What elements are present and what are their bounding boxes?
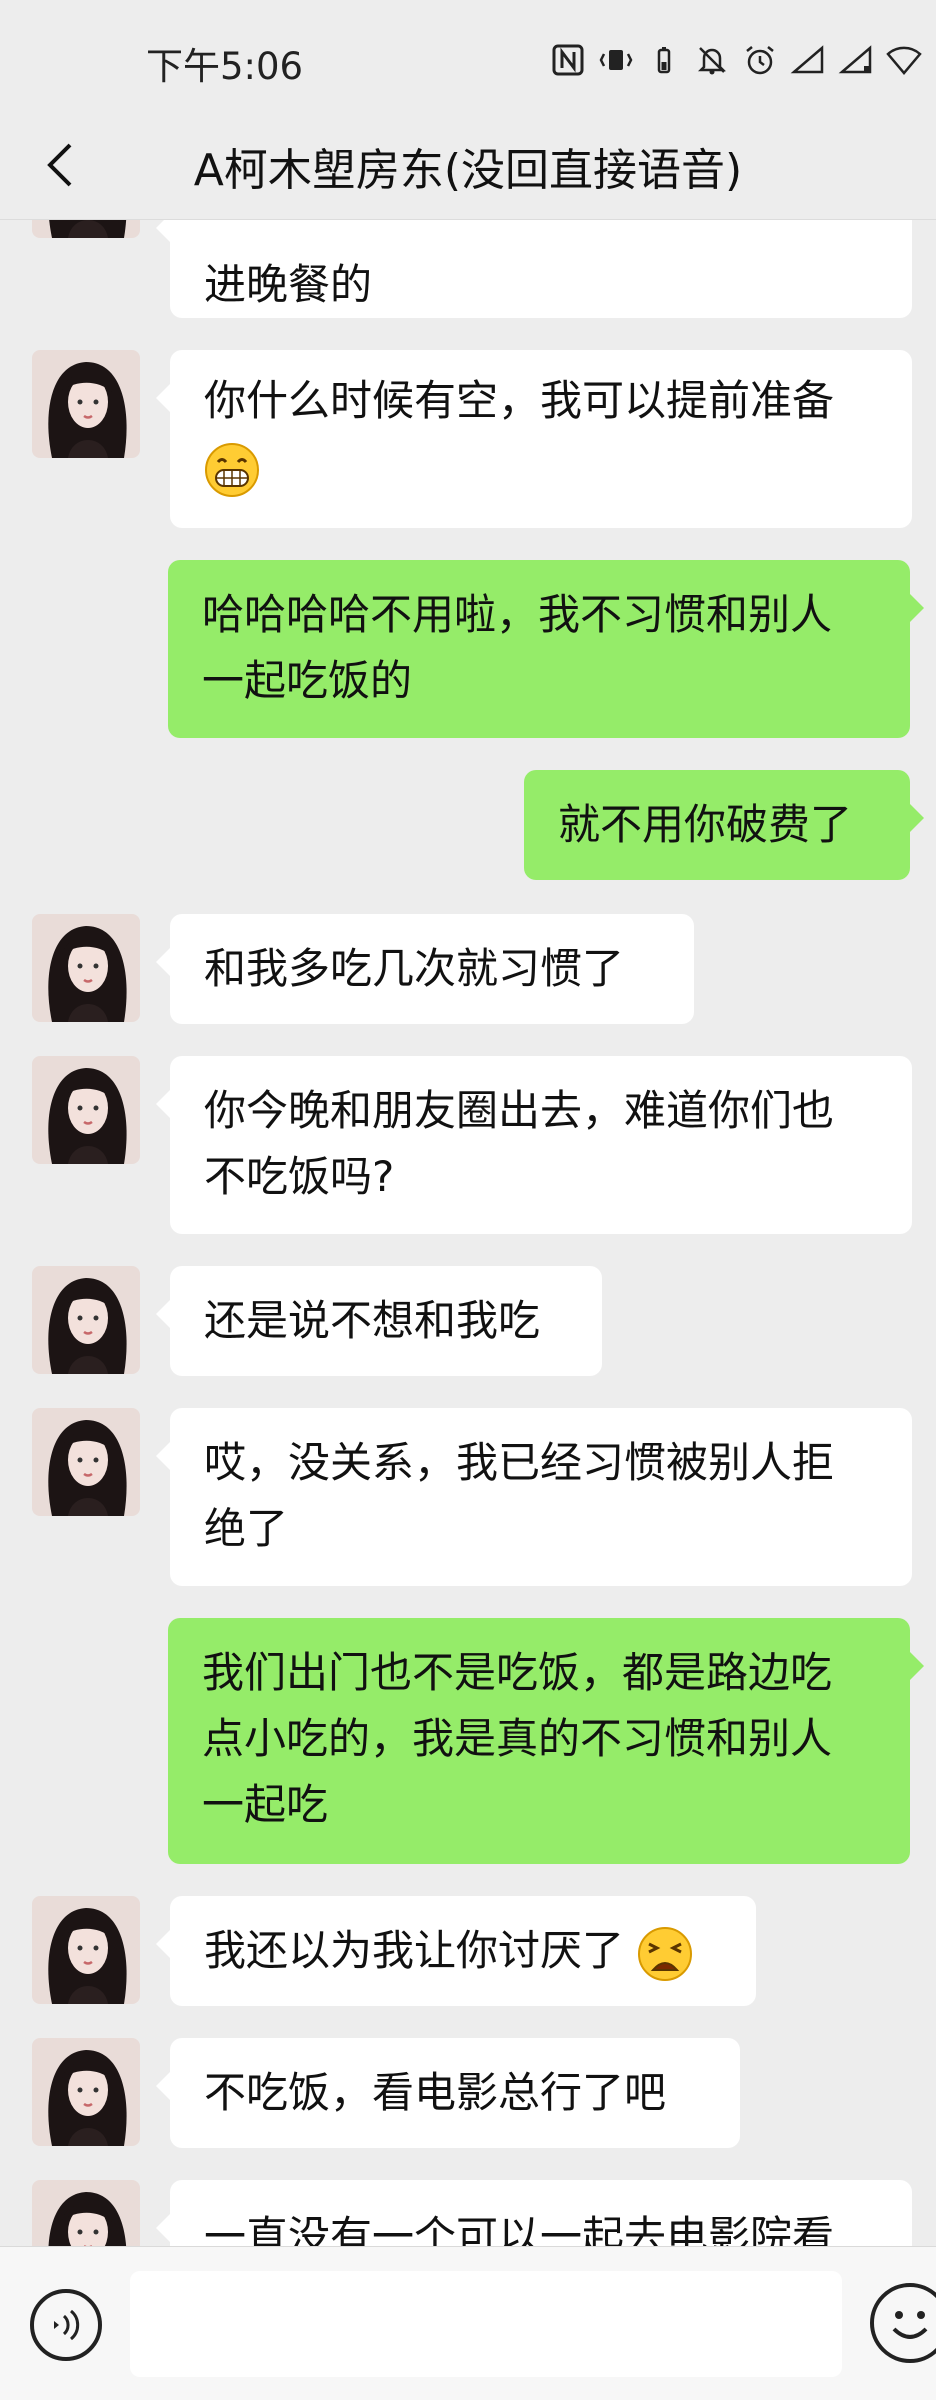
message-input[interactable] — [130, 2271, 842, 2377]
message-text: 和我多吃几次就习惯了 — [204, 944, 625, 993]
alarm-icon — [742, 42, 778, 78]
message-text: 我们出门也不是吃饭，都是路边吃 — [202, 1648, 833, 1697]
message-text: 不吃饭吗? — [204, 1152, 395, 1201]
signal-1-icon — [790, 42, 826, 78]
message-bubble-incoming[interactable]: 你今晚和朋友圈出去，难道你们也 不吃饭吗? — [156, 1056, 912, 1234]
contact-avatar[interactable] — [32, 2038, 140, 2146]
chat-header: A柯木塱房东(没回直接语音) — [0, 110, 936, 220]
message-list[interactable]: 进晚餐的 你什么时候有空，我可以提前准备 哈哈哈哈不用啦，我不习惯和别人 一起吃… — [0, 220, 936, 2246]
chat-title: A柯木塱房东(没回直接语音) — [193, 145, 743, 196]
contact-avatar[interactable] — [32, 350, 140, 458]
avatar-photo — [32, 1056, 140, 1164]
nfc-icon — [550, 42, 586, 78]
message-text: 你今晚和朋友圈出去，难道你们也 — [204, 1086, 835, 1135]
contact-avatar[interactable] — [32, 1056, 140, 1164]
avatar-photo — [32, 914, 140, 1022]
avatar-photo — [32, 2180, 140, 2246]
message-bubble-incoming[interactable]: 和我多吃几次就习惯了 — [156, 914, 694, 1024]
status-time: 下午5:06 — [146, 45, 304, 88]
message-bubble-incoming[interactable]: 哎，没关系，我已经习惯被别人拒 绝了 — [156, 1408, 912, 1586]
battery-small-icon — [646, 42, 682, 78]
message-bubble-incoming[interactable]: 不吃饭，看电影总行了吧 — [156, 2038, 740, 2148]
message-bubble-outgoing[interactable]: 我们出门也不是吃饭，都是路边吃 点小吃的，我是真的不习惯和别人 一起吃 — [168, 1618, 924, 1864]
message-text: 我还以为我让你讨厌了 — [204, 1926, 625, 1975]
message-bubble-incoming[interactable]: 你什么时候有空，我可以提前准备 — [156, 350, 912, 528]
message-text: 你什么时候有空，我可以提前准备 — [204, 376, 835, 425]
voice-button[interactable] — [30, 2289, 102, 2361]
message-text: 点小吃的，我是真的不习惯和别人 — [202, 1714, 833, 1763]
message-text: 不吃饭，看电影总行了吧 — [204, 2068, 667, 2117]
message-bubble-outgoing[interactable]: 哈哈哈哈不用啦，我不习惯和别人 一起吃饭的 — [168, 560, 924, 738]
message-text: 哎，没关系，我已经习惯被别人拒 — [204, 1438, 835, 1487]
message-text: 还是说不想和我吃 — [204, 1296, 541, 1345]
message-bubble-incoming[interactable]: 一直没有一个可以一起去电影院看 — [156, 2180, 912, 2246]
contact-avatar[interactable] — [32, 1896, 140, 2004]
message-text: 一起吃饭的 — [202, 656, 413, 705]
signal-2-icon — [838, 42, 874, 78]
grinning-face-icon — [205, 442, 259, 497]
message-text: 一起吃 — [202, 1780, 329, 1829]
contact-avatar[interactable] — [32, 220, 140, 238]
message-text: 就不用你破费了 — [558, 800, 853, 849]
emoji-button[interactable] — [870, 2283, 936, 2363]
wifi-icon — [886, 42, 922, 78]
emoji-icon — [892, 2311, 928, 2339]
contact-avatar[interactable] — [32, 1408, 140, 1516]
message-bubble-incoming[interactable]: 进晚餐的 — [156, 220, 912, 318]
status-icons — [550, 40, 922, 80]
avatar-photo — [32, 2038, 140, 2146]
contact-avatar[interactable] — [32, 2180, 140, 2246]
status-bar: 下午5:06 — [0, 0, 936, 120]
voice-icon — [54, 2309, 80, 2341]
contact-avatar[interactable] — [32, 914, 140, 1022]
bell-off-icon — [694, 42, 730, 78]
vibrate-icon — [598, 42, 634, 78]
message-text: 哈哈哈哈不用啦，我不习惯和别人 — [202, 590, 833, 639]
avatar-photo — [32, 220, 140, 238]
avatar-photo — [32, 1408, 140, 1516]
message-text: 一直没有一个可以一起去电影院看 — [204, 2212, 835, 2246]
message-bubble-incoming[interactable]: 还是说不想和我吃 — [156, 1266, 602, 1376]
message-bubble-outgoing[interactable]: 就不用你破费了 — [524, 770, 924, 880]
avatar-photo — [32, 1896, 140, 2004]
message-bubble-incoming[interactable]: 我还以为我让你讨厌了 — [156, 1896, 756, 2006]
avatar-photo — [32, 1266, 140, 1374]
message-text: 进晚餐的 — [204, 260, 373, 309]
input-bar — [0, 2246, 936, 2400]
avatar-photo — [32, 350, 140, 458]
message-text: 绝了 — [204, 1504, 289, 1553]
contact-avatar[interactable] — [32, 1266, 140, 1374]
tired-face-icon — [638, 1926, 693, 1981]
